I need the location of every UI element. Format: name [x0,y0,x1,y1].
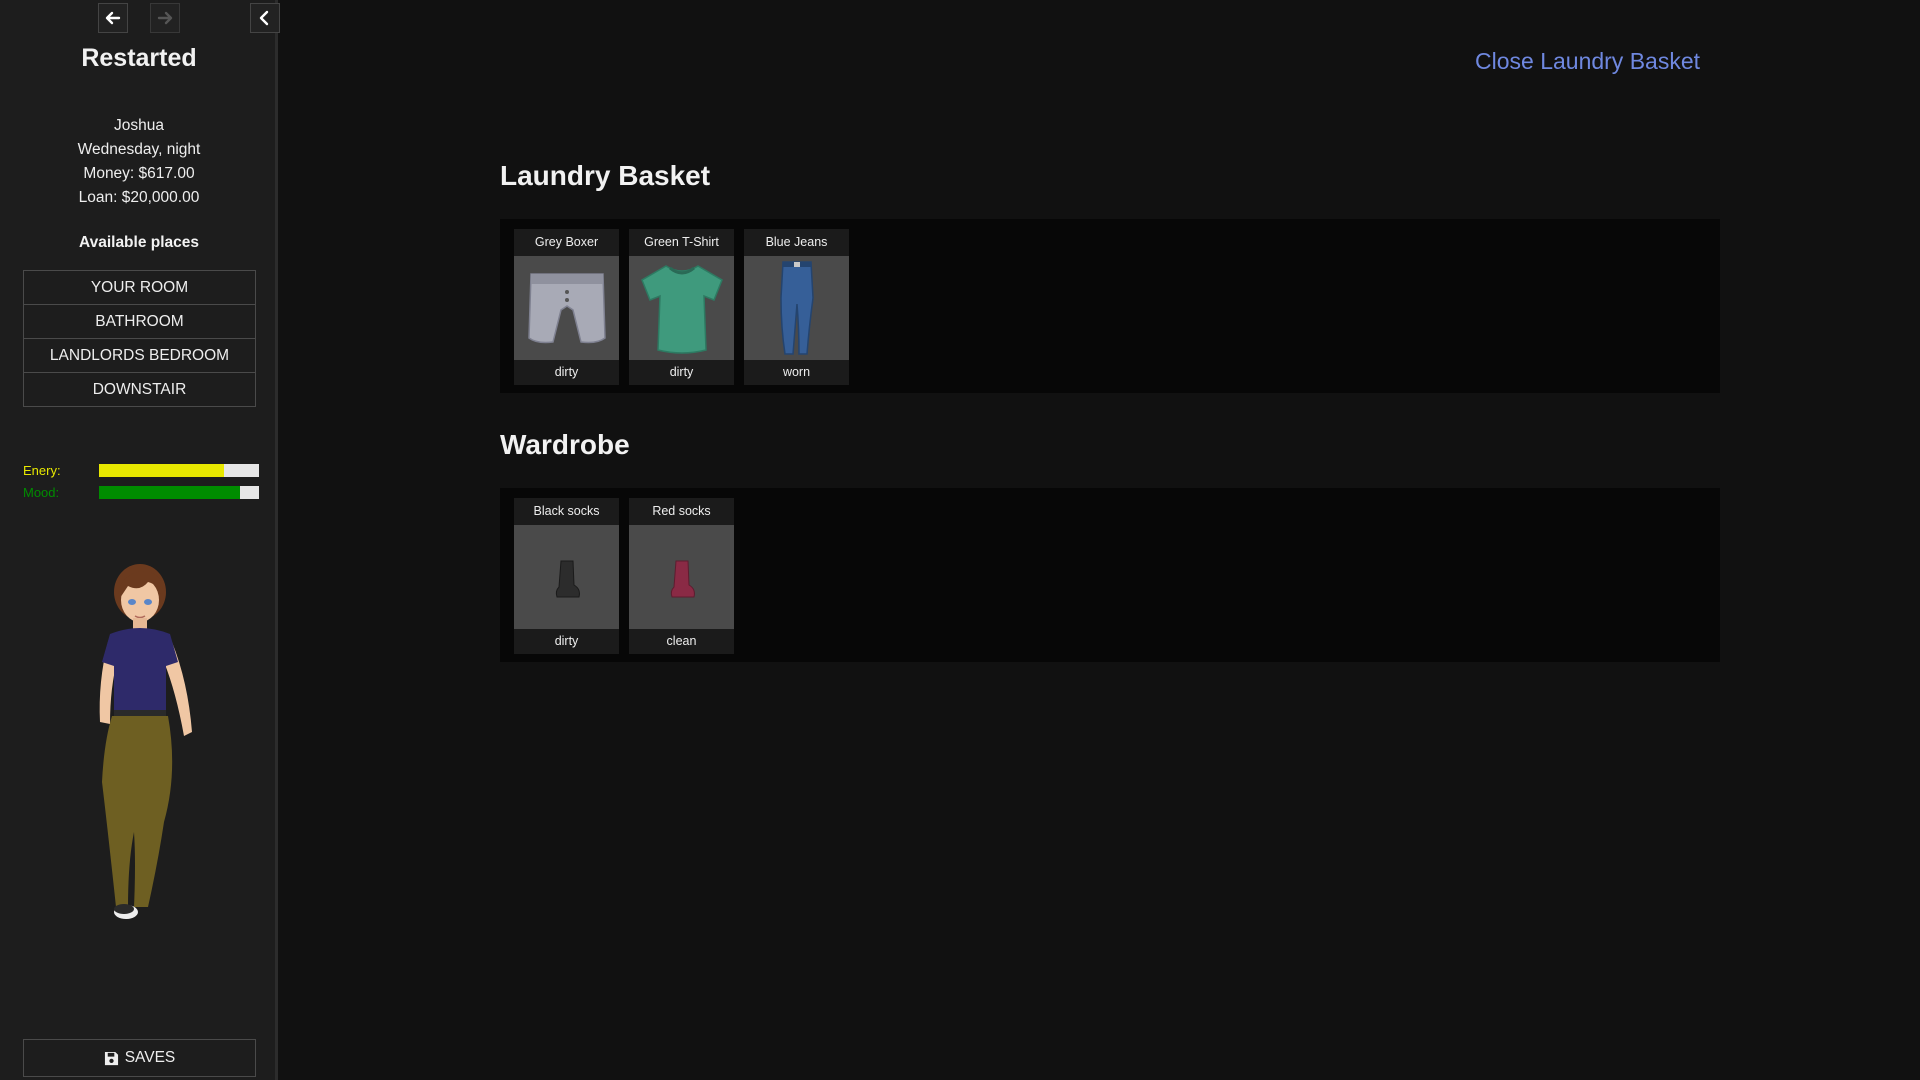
item-state: clean [666,634,697,648]
item-state: dirty [554,634,579,648]
arrow-left-icon [105,11,121,25]
wardrobe-panel: Black socks dirty Red socks clean [500,488,1720,662]
item-name: Red socks [652,504,711,518]
sock-icon [670,560,695,598]
sock-icon [555,560,580,598]
boxer-icon [527,273,606,344]
item-name: Black socks [533,504,600,518]
item-image [514,525,619,629]
item-name: Blue Jeans [765,235,828,249]
laundry-basket-panel: Grey Boxer dirty Green T-Shirt dirty Blu… [500,219,1720,393]
back-button[interactable] [98,3,128,33]
loan-value: Loan: $20,000.00 [78,189,200,206]
jeans-icon [779,261,814,355]
day-time: Wednesday, night [77,141,201,158]
clothing-item-blue-jeans[interactable]: Blue Jeans worn [744,229,849,385]
floppy-disk-icon [104,1051,118,1065]
place-bathroom-button[interactable]: BATHROOM [23,305,256,339]
forward-button[interactable] [150,3,180,33]
saves-button[interactable]: SAVES [23,1039,256,1077]
item-image [629,256,734,360]
item-name: Green T-Shirt [644,235,719,249]
item-state: dirty [669,365,694,379]
places-list: YOUR ROOM BATHROOM LANDLORDS BEDROOM DOW… [23,270,256,407]
energy-bar-track [99,463,259,477]
chevron-left-icon [259,10,269,26]
story-title: Restarted [81,44,197,72]
mood-label: Mood: [23,484,60,500]
saves-label: SAVES [124,1049,176,1066]
place-downstair-button[interactable]: DOWNSTAIR [23,373,256,407]
item-state: dirty [554,365,579,379]
mood-meter: Mood: [23,484,259,500]
mood-bar-fill [99,485,240,499]
tshirt-icon [640,265,723,354]
item-state: worn [782,365,811,379]
clothing-item-green-tshirt[interactable]: Green T-Shirt dirty [629,229,734,385]
item-image [514,256,619,360]
sidebar: Restarted Joshua Wednesday, night Money:… [0,0,280,1080]
place-landlords-bedroom-button[interactable]: LANDLORDS BEDROOM [23,339,256,373]
clothing-item-red-socks[interactable]: Red socks clean [629,498,734,654]
sidebar-divider [23,1076,256,1077]
collapse-sidebar-button[interactable] [250,3,280,33]
laundry-basket-title: Laundry Basket [500,160,711,191]
wardrobe-title: Wardrobe [500,429,630,460]
places-heading: Available places [78,234,200,251]
close-laundry-basket-link[interactable]: Close Laundry Basket [1475,48,1700,75]
player-name: Joshua [114,117,164,134]
place-your-room-button[interactable]: YOUR ROOM [23,270,256,305]
energy-meter: Enery: [23,462,259,478]
character-avatar [99,564,192,919]
arrow-right-icon [157,11,173,25]
money-value: Money: $617.00 [83,165,195,182]
status-block: Joshua Wednesday, night Money: $617.00 L… [0,114,278,210]
energy-bar-fill [99,463,224,477]
item-name: Grey Boxer [534,235,599,249]
item-image [744,256,849,360]
energy-label: Enery: [23,462,61,478]
item-image [629,525,734,629]
clothing-item-black-socks[interactable]: Black socks dirty [514,498,619,654]
mood-bar-track [99,485,259,499]
clothing-item-grey-boxer[interactable]: Grey Boxer dirty [514,229,619,385]
